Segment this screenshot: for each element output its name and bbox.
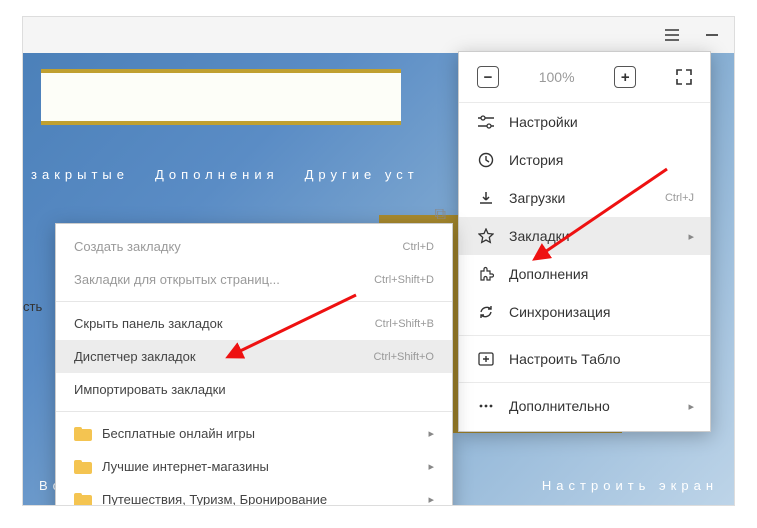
folder-icon	[74, 460, 92, 474]
cropped-text: сть	[23, 299, 42, 314]
menu-customize-tablo[interactable]: Настроить Табло	[459, 340, 710, 378]
menu-addons[interactable]: Дополнения	[459, 255, 710, 293]
popup-tab-icon: ⧉	[435, 206, 446, 224]
tab-addons[interactable]: Дополнения	[155, 167, 279, 182]
fullscreen-icon	[676, 69, 692, 85]
menu-label: Загрузки	[509, 190, 565, 206]
customize-screen-link[interactable]: Настроить экран	[542, 478, 718, 493]
bookmarks-submenu: ⧉ Создать закладку Ctrl+D Закладки для о…	[55, 223, 453, 506]
tab-closed[interactable]: закрытые	[31, 167, 129, 182]
menu-label: Дополнительно	[509, 398, 610, 414]
menu-more[interactable]: Дополнительно ▸	[459, 387, 710, 425]
folder-icon	[74, 427, 92, 441]
hamburger-menu-button[interactable]	[658, 21, 686, 49]
submenu-label: Лучшие интернет-магазины	[102, 459, 269, 474]
menu-label: Настройки	[509, 114, 578, 130]
submenu-hide-bookmarks-bar[interactable]: Скрыть панель закладок Ctrl+Shift+B	[56, 307, 452, 340]
menu-separator	[459, 382, 710, 383]
submenu-folder-travel[interactable]: Путешествия, Туризм, Бронирование ▸	[56, 483, 452, 506]
page-tabs: закрытые Дополнения Другие уст	[23, 167, 419, 182]
submenu-label: Бесплатные онлайн игры	[102, 426, 255, 441]
chevron-right-icon: ▸	[688, 230, 694, 243]
hamburger-icon	[665, 29, 679, 41]
menu-bookmarks[interactable]: Закладки ▸	[459, 217, 710, 255]
minimize-icon	[706, 34, 718, 36]
submenu-shortcut: Ctrl+Shift+B	[375, 318, 434, 330]
menu-label: Закладки	[509, 228, 570, 244]
submenu-bookmark-manager[interactable]: Диспетчер закладок Ctrl+Shift+O	[56, 340, 452, 373]
more-icon	[475, 397, 497, 415]
submenu-label: Импортировать закладки	[74, 382, 226, 397]
minimize-button[interactable]	[698, 21, 726, 49]
submenu-label: Скрыть панель закладок	[74, 316, 223, 331]
search-bar-region	[41, 69, 401, 125]
star-icon	[475, 227, 497, 245]
menu-separator	[459, 335, 710, 336]
menu-shortcut: Ctrl+J	[665, 192, 694, 204]
menu-label: Дополнения	[509, 266, 588, 282]
submenu-label: Диспетчер закладок	[74, 349, 196, 364]
menu-downloads[interactable]: Загрузки Ctrl+J	[459, 179, 710, 217]
add-tile-icon	[475, 350, 497, 368]
menu-history[interactable]: История	[459, 141, 710, 179]
submenu-folder-best-stores[interactable]: Лучшие интернет-магазины ▸	[56, 450, 452, 483]
fullscreen-button[interactable]	[676, 69, 692, 85]
menu-label: Синхронизация	[509, 304, 610, 320]
menu-settings[interactable]: Настройки	[459, 103, 710, 141]
submenu-bookmark-open-pages[interactable]: Закладки для открытых страниц... Ctrl+Sh…	[56, 263, 452, 296]
submenu-create-bookmark[interactable]: Создать закладку Ctrl+D	[56, 230, 452, 263]
submenu-separator	[56, 301, 452, 302]
chevron-right-icon: ▸	[428, 460, 434, 473]
settings-sliders-icon	[475, 113, 497, 131]
folder-icon	[74, 493, 92, 507]
main-menu: − 100% + Настройки История Загрузки Ctrl…	[458, 51, 711, 432]
zoom-in-button[interactable]: +	[614, 66, 636, 88]
submenu-label: Создать закладку	[74, 239, 181, 254]
zoom-out-button[interactable]: −	[477, 66, 499, 88]
submenu-separator	[56, 411, 452, 412]
titlebar	[23, 17, 734, 53]
history-icon	[475, 151, 497, 169]
menu-label: Настроить Табло	[509, 351, 621, 367]
submenu-label: Путешествия, Туризм, Бронирование	[102, 492, 327, 506]
submenu-folder-free-games[interactable]: Бесплатные онлайн игры ▸	[56, 417, 452, 450]
tab-other-devices[interactable]: Другие уст	[305, 167, 419, 182]
chevron-right-icon: ▸	[428, 427, 434, 440]
chevron-right-icon: ▸	[428, 493, 434, 506]
submenu-label: Закладки для открытых страниц...	[74, 272, 280, 287]
zoom-controls: − 100% +	[459, 52, 710, 103]
menu-sync[interactable]: Синхронизация	[459, 293, 710, 331]
submenu-shortcut: Ctrl+Shift+D	[374, 274, 434, 286]
zoom-value: 100%	[539, 69, 575, 85]
submenu-shortcut: Ctrl+Shift+O	[373, 351, 434, 363]
sync-icon	[475, 303, 497, 321]
browser-window: закрытые Дополнения Другие уст сть Во На…	[22, 16, 735, 506]
menu-label: История	[509, 152, 563, 168]
submenu-shortcut: Ctrl+D	[403, 241, 434, 253]
submenu-import-bookmarks[interactable]: Импортировать закладки	[56, 373, 452, 406]
download-icon	[475, 189, 497, 207]
chevron-right-icon: ▸	[688, 400, 694, 413]
puzzle-icon	[475, 265, 497, 283]
